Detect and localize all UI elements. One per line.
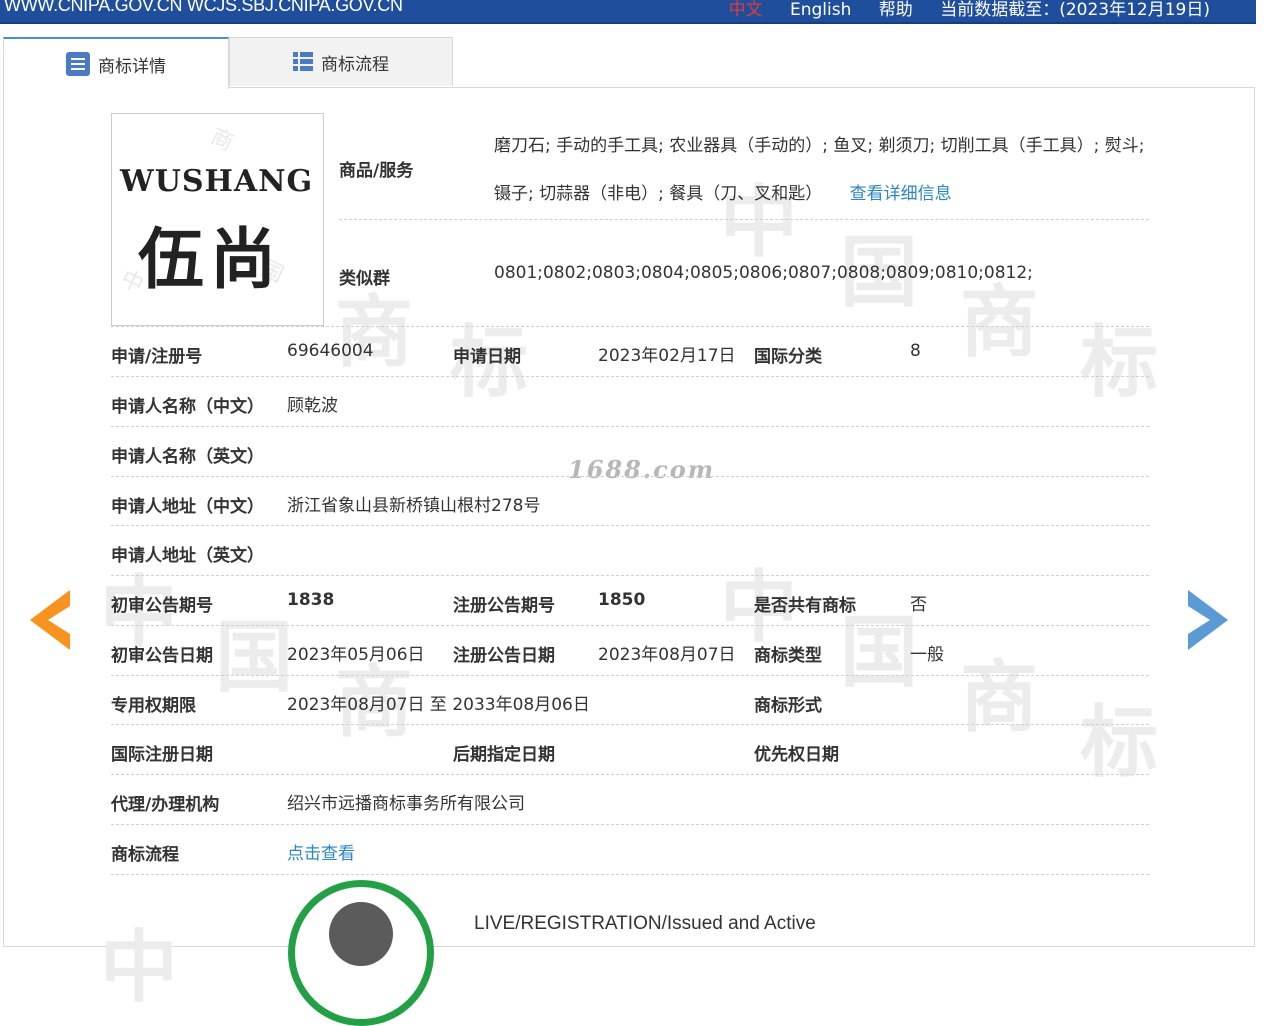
exclusive-period-label: 专用权期限 bbox=[111, 696, 196, 716]
address-cn-label: 申请人地址（中文） bbox=[111, 497, 264, 517]
divider bbox=[111, 774, 1149, 775]
reg-date-label: 注册公告日期 bbox=[453, 646, 555, 666]
intl-reg-date-label: 国际注册日期 bbox=[111, 745, 213, 765]
data-as-of: 当前数据截至：(2023年12月19日) bbox=[940, 0, 1210, 20]
document-list-icon bbox=[66, 52, 90, 76]
app-date-label: 申请日期 bbox=[453, 347, 521, 367]
divider bbox=[339, 219, 1149, 220]
tab-trademark-flow[interactable]: 商标流程 bbox=[229, 37, 453, 86]
divider bbox=[111, 525, 1149, 526]
agency-value: 绍兴市远播商标事务所有限公司 bbox=[287, 794, 525, 814]
lang-en-link[interactable]: English bbox=[790, 0, 851, 20]
status-text: LIVE/REGISTRATION/Issued and Active bbox=[474, 913, 816, 934]
reg-issue-label: 注册公告期号 bbox=[453, 596, 555, 616]
trademark-image: 商 国 中 WUSHANG 伍尚 bbox=[111, 113, 324, 326]
prelim-date-value: 2023年05月06日 bbox=[287, 645, 425, 665]
divider bbox=[111, 625, 1149, 626]
divider bbox=[111, 326, 1149, 327]
site-domains: WWW.CNIPA.GOV.CN WCJS.SBJ.CNIPA.GOV.CN bbox=[4, 0, 403, 15]
logo-text-en: WUSHANG bbox=[120, 164, 314, 199]
tab-label: 商标流程 bbox=[321, 54, 389, 75]
previous-arrow-icon[interactable] bbox=[30, 590, 70, 650]
goods-detail-link[interactable]: 查看详细信息 bbox=[850, 184, 952, 204]
divider bbox=[111, 874, 1149, 875]
divider bbox=[111, 724, 1149, 725]
intl-class-label: 国际分类 bbox=[754, 347, 822, 367]
similar-group-value: 0801;0802;0803;0804;0805;0806;0807;0808;… bbox=[494, 263, 1033, 283]
next-arrow-icon[interactable] bbox=[1188, 590, 1228, 650]
goods-value: 磨刀石; 手动的手工具; 农业器具（手动的）; 鱼叉; 剃须刀; 切削工具（手工… bbox=[494, 122, 1154, 218]
applicant-en-label: 申请人名称（英文） bbox=[111, 447, 264, 467]
divider bbox=[111, 675, 1149, 676]
prelim-issue-label: 初审公告期号 bbox=[111, 596, 213, 616]
lang-zh-link[interactable]: 中文 bbox=[729, 0, 763, 20]
shared-value: 否 bbox=[910, 595, 927, 615]
divider bbox=[111, 426, 1149, 427]
divider bbox=[111, 376, 1149, 377]
address-cn-value: 浙江省象山县新桥镇山根村278号 bbox=[287, 496, 541, 516]
help-link[interactable]: 帮助 bbox=[879, 0, 913, 20]
prelim-date-label: 初审公告日期 bbox=[111, 646, 213, 666]
divider bbox=[111, 575, 1149, 576]
status-badge-icon bbox=[288, 880, 434, 1026]
goods-text: 磨刀石; 手动的手工具; 农业器具（手动的）; 鱼叉; 剃须刀; 切削工具（手工… bbox=[494, 136, 1145, 204]
prelim-issue-value: 1838 bbox=[287, 590, 335, 610]
tab-label: 商标详情 bbox=[98, 56, 166, 77]
address-en-label: 申请人地址（英文） bbox=[111, 546, 264, 566]
reg-issue-value: 1850 bbox=[598, 590, 646, 610]
reg-date-value: 2023年08月07日 bbox=[598, 645, 736, 665]
flow-view-link[interactable]: 点击查看 bbox=[287, 839, 355, 864]
reg-no-value: 69646004 bbox=[287, 341, 374, 361]
shared-label: 是否共有商标 bbox=[754, 596, 856, 616]
goods-label: 商品/服务 bbox=[339, 161, 414, 181]
flow-label: 商标流程 bbox=[111, 845, 179, 865]
list-icon bbox=[293, 52, 313, 72]
exclusive-period-value: 2023年08月07日 至 2033年08月06日 bbox=[287, 695, 590, 715]
watermark-char: 商 bbox=[206, 124, 238, 157]
app-date-value: 2023年02月17日 bbox=[598, 346, 736, 366]
intl-class-value: 8 bbox=[910, 341, 921, 361]
divider bbox=[111, 824, 1149, 825]
seal-icon bbox=[329, 902, 393, 966]
applicant-cn-label: 申请人名称（中文） bbox=[111, 397, 264, 417]
top-nav: 中文 English 帮助 当前数据截至：(2023年12月19日) bbox=[729, 0, 1210, 20]
mark-type-label: 商标类型 bbox=[754, 646, 822, 666]
divider bbox=[111, 476, 1149, 477]
priority-date-label: 优先权日期 bbox=[754, 745, 839, 765]
applicant-cn-value: 顾乾波 bbox=[287, 396, 338, 416]
later-designation-label: 后期指定日期 bbox=[453, 745, 555, 765]
tab-trademark-detail[interactable]: 商标详情 bbox=[3, 37, 229, 89]
mark-type-value: 一般 bbox=[910, 645, 944, 665]
top-bar: WWW.CNIPA.GOV.CN WCJS.SBJ.CNIPA.GOV.CN 中… bbox=[0, 0, 1256, 24]
similar-group-label: 类似群 bbox=[339, 269, 390, 289]
watermark-1688: 1688.com bbox=[568, 455, 716, 484]
reg-no-label: 申请/注册号 bbox=[111, 347, 203, 367]
agency-label: 代理/办理机构 bbox=[111, 795, 220, 815]
logo-text-zh: 伍尚 bbox=[138, 220, 282, 298]
mark-form-label: 商标形式 bbox=[754, 696, 822, 716]
